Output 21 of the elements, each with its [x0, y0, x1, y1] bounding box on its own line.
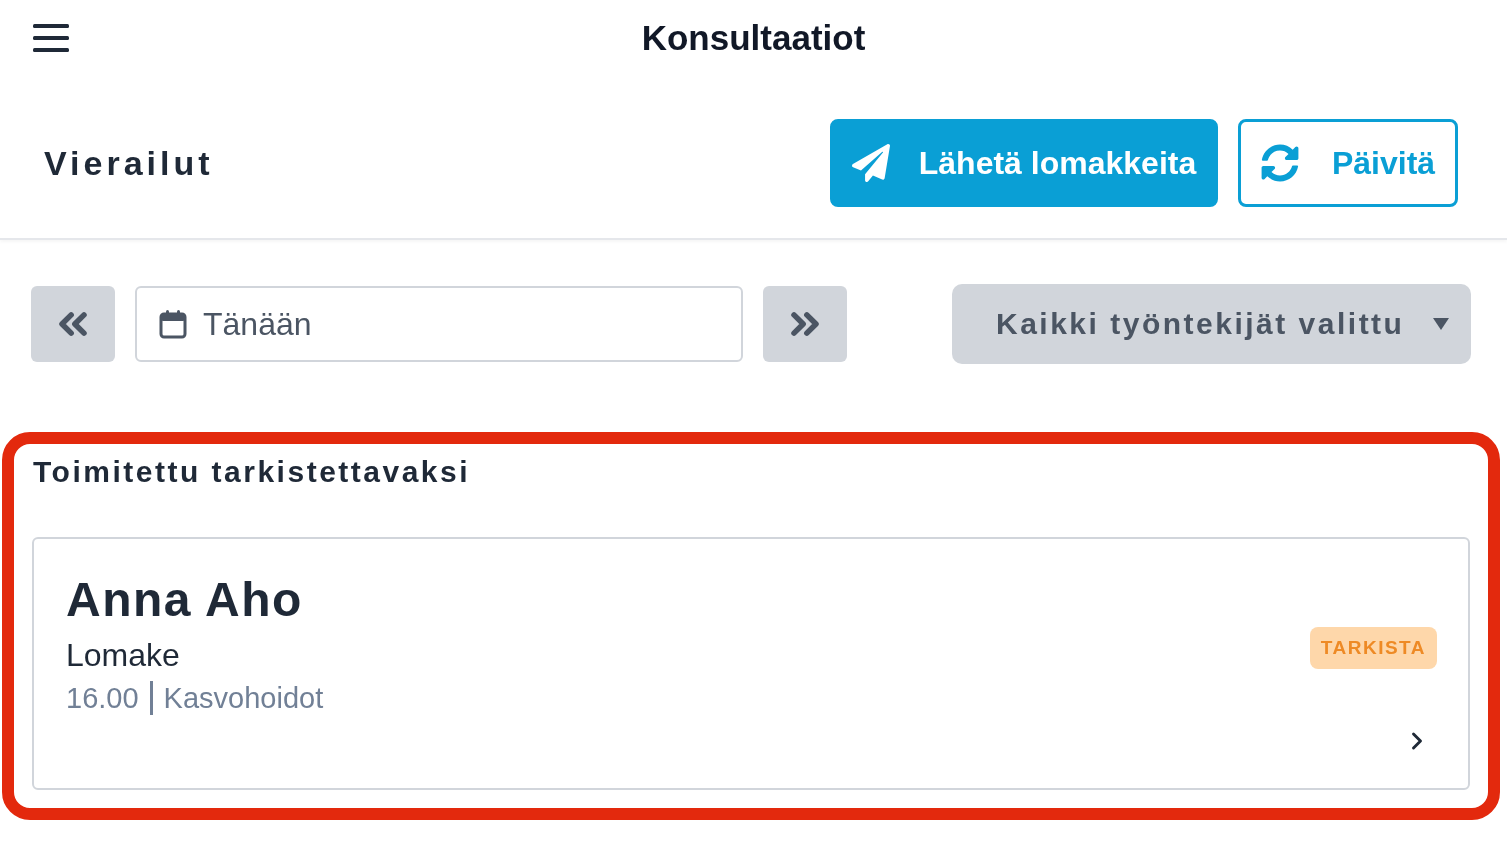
status-badge: TARKISTA: [1309, 627, 1437, 669]
previous-button[interactable]: [31, 286, 115, 362]
date-field[interactable]: Tänään: [135, 286, 743, 362]
date-value: Tänään: [203, 305, 312, 344]
visit-card[interactable]: Anna Aho Lomake 16.00 Kasvohoidot TARKISTA: [32, 537, 1470, 790]
next-button[interactable]: [763, 286, 847, 362]
service-name: Kasvohoidot: [163, 681, 324, 716]
form-label: Lomake: [66, 636, 180, 675]
caret-icon: [1433, 318, 1449, 330]
refresh-icon: [1260, 144, 1299, 182]
page-title: Konsultaatiot: [641, 17, 866, 59]
section-title: Toimitettu tarkistettavaksi: [32, 454, 471, 490]
section-heading: Vierailut: [44, 143, 214, 184]
menu-icon[interactable]: [33, 24, 69, 52]
paper-plane-icon: [851, 144, 890, 182]
send-forms-button[interactable]: Lähetä lomakkeita: [830, 119, 1218, 207]
refresh-button[interactable]: Päivitä: [1238, 119, 1458, 207]
calendar-icon: [159, 309, 187, 339]
client-name: Anna Aho: [66, 572, 303, 628]
visit-time: 16.00: [66, 681, 139, 716]
employee-filter-dropdown[interactable]: Kaikki työntekijät valittu: [952, 284, 1471, 364]
